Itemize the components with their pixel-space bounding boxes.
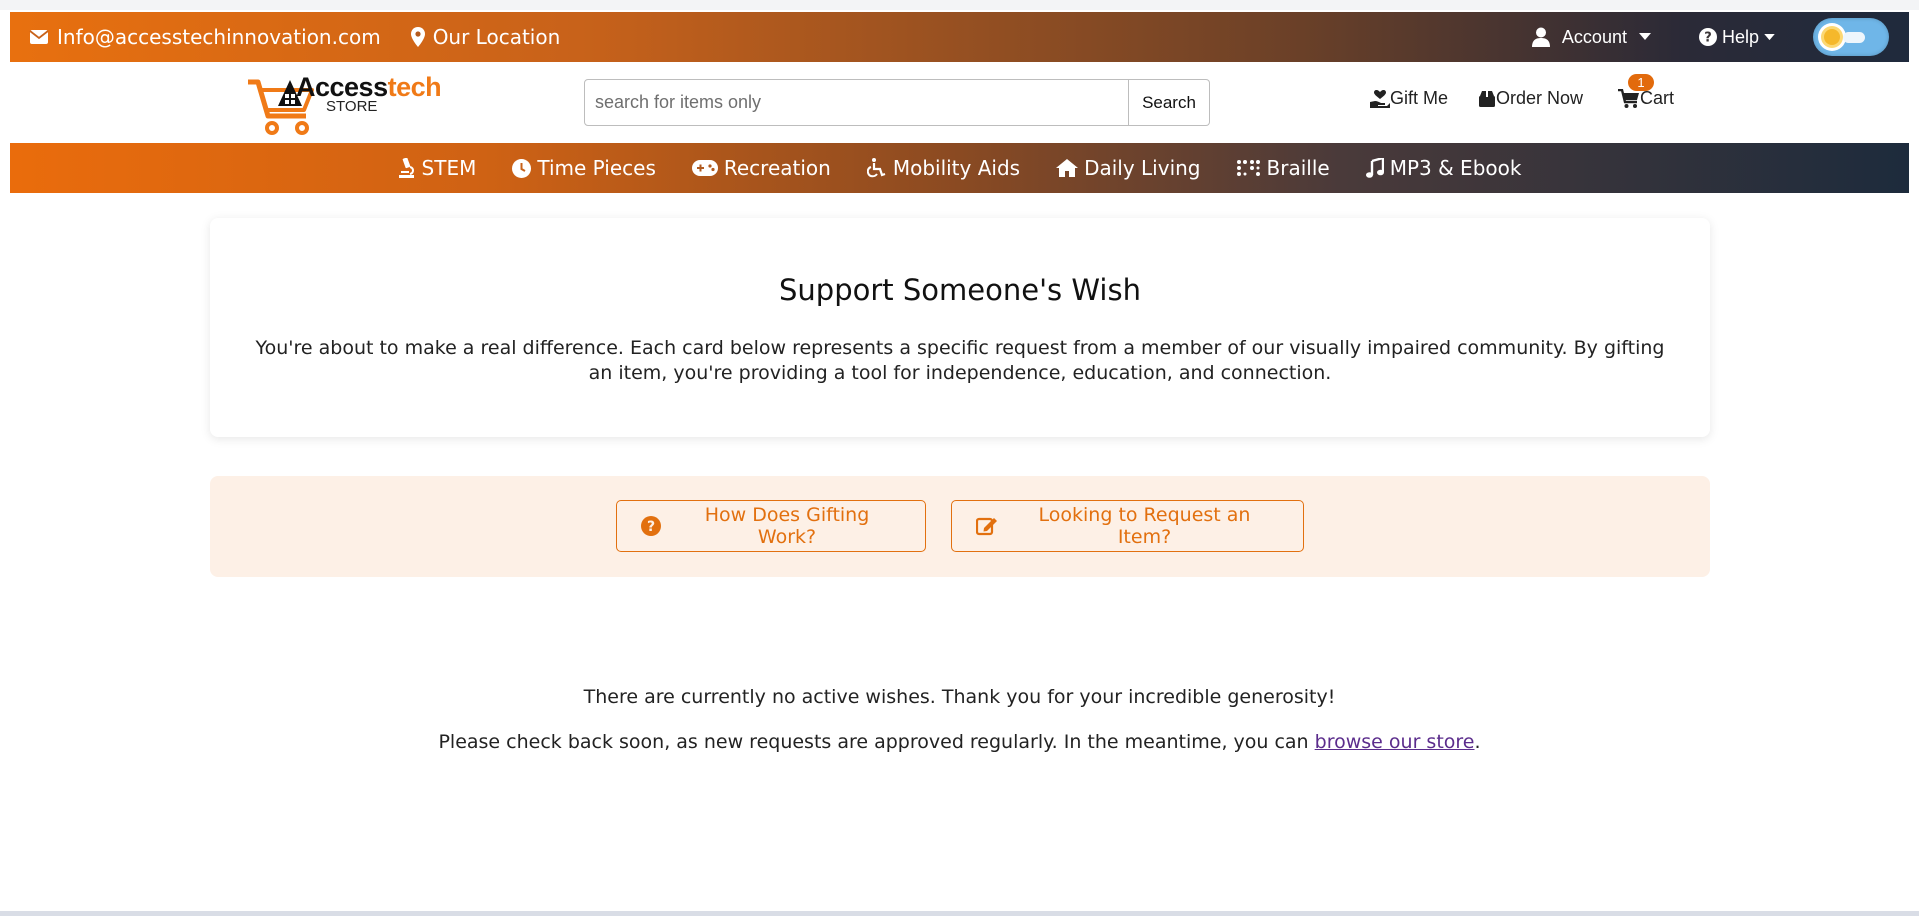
theme-toggle[interactable] [1813,18,1889,56]
search-button[interactable]: Search [1129,79,1210,126]
how-gifting-works-button[interactable]: ? How Does Gifting Work? [616,500,926,552]
gift-me-label: Gift Me [1390,88,1449,108]
nav-item-time-pieces[interactable]: Time Pieces [512,156,656,180]
caret-down-icon [1638,33,1651,41]
top-bar-contact: Info@accesstechinnovation.com Our Locati… [10,25,560,49]
request-item-button[interactable]: Looking to Request an Item? [951,500,1304,552]
nav-label: Mobility Aids [892,156,1021,180]
search-input[interactable] [584,79,1129,126]
site-logo[interactable]: Accesstech STORE [246,68,446,138]
order-now-label: Order Now [1496,88,1584,108]
gift-me-link[interactable]: Gift Me [1370,88,1448,109]
sun-icon [1824,29,1840,45]
nav-item-braille[interactable]: Braille [1236,156,1330,180]
nav-label: Braille [1266,156,1330,180]
clock-icon [512,158,532,178]
how-gifting-works-label: How Does Gifting Work? [704,504,870,548]
nav-label: STEM [421,156,477,180]
page: Info@accesstechinnovation.com Our Locati… [0,0,1919,916]
empty-state-message: There are currently no active wishes. Th… [583,686,1336,708]
empty-state-hint-suffix: . [1474,731,1481,753]
nav-item-daily-living[interactable]: Daily Living [1056,156,1201,180]
logo-tech-text: tech [387,72,442,102]
question-circle-icon: ? [641,516,661,536]
nav-label: Time Pieces [537,156,656,180]
box-icon [1478,90,1496,108]
shopping-cart-icon [1618,88,1640,109]
svg-text:?: ? [647,519,655,535]
hand-holding-heart-icon [1370,89,1390,108]
edit-icon [976,516,998,536]
nav-item-recreation[interactable]: Recreation [691,156,831,180]
braille-icon [1236,160,1261,176]
cloud-icon [1843,32,1865,43]
question-circle-icon: ? [1698,28,1717,46]
map-marker-icon [410,27,425,47]
help-menu[interactable]: ? Help [1698,26,1775,48]
location-text: Our Location [432,25,561,49]
intro-card: Support Someone's Wish You're about to m… [210,218,1710,437]
cart-link[interactable]: 1 Cart [1618,74,1675,109]
empty-state-hint-text: Please check back soon, as new requests … [438,731,1315,753]
logo-store-text: STORE [326,98,378,115]
search-form: Search [584,79,1210,126]
user-icon [1531,27,1550,47]
account-label: Account [1561,26,1627,47]
nav-label: MP3 & Ebook [1389,156,1522,180]
site-header: Accesstech STORE Search Gift Me Order No… [10,62,1909,143]
account-menu[interactable]: Account [1531,26,1651,48]
browser-top-strip [0,0,1919,10]
bottom-divider [0,911,1919,916]
empty-state-hint: Please check back soon, as new requests … [0,731,1919,753]
toggle-knob [1818,23,1846,51]
page-title: Support Someone's Wish [779,273,1141,307]
cart-count-badge: 1 [1628,74,1655,91]
cart-label: Cart [1640,88,1675,108]
music-icon [1365,158,1384,178]
help-label: Help [1721,26,1759,47]
intro-text: You're about to make a real difference. … [255,337,1665,384]
request-item-label: Looking to Request an Item? [1038,504,1251,548]
nav-label: Recreation [723,156,831,180]
nav-item-mobility-aids[interactable]: Mobility Aids [866,156,1021,180]
svg-text:?: ? [1704,31,1712,46]
gamepad-icon [691,160,718,176]
nav-item-mp3-ebook[interactable]: MP3 & Ebook [1365,156,1522,180]
microscope-icon [398,158,416,178]
order-now-link[interactable]: Order Now [1478,88,1583,109]
email-text: Info@accesstechinnovation.com [57,25,381,49]
email-link[interactable]: Info@accesstechinnovation.com [29,25,381,49]
location-link[interactable]: Our Location [410,25,561,49]
header-links: Gift Me Order Now 1 Cart [1370,74,1675,109]
envelope-icon [29,29,49,45]
browse-store-link[interactable]: browse our store [1315,731,1475,753]
caret-down-icon [1764,33,1775,41]
category-nav: STEM Time Pieces Recreation Mobility Aid… [10,143,1909,193]
home-icon [1056,159,1079,177]
top-bar: Info@accesstechinnovation.com Our Locati… [10,12,1909,62]
top-bar-user: Account ? Help [1531,12,1909,62]
nav-item-stem[interactable]: STEM [398,156,477,180]
wheelchair-icon [866,158,887,178]
action-panel: ? How Does Gifting Work? Looking to Requ… [210,476,1710,577]
nav-label: Daily Living [1084,156,1201,180]
